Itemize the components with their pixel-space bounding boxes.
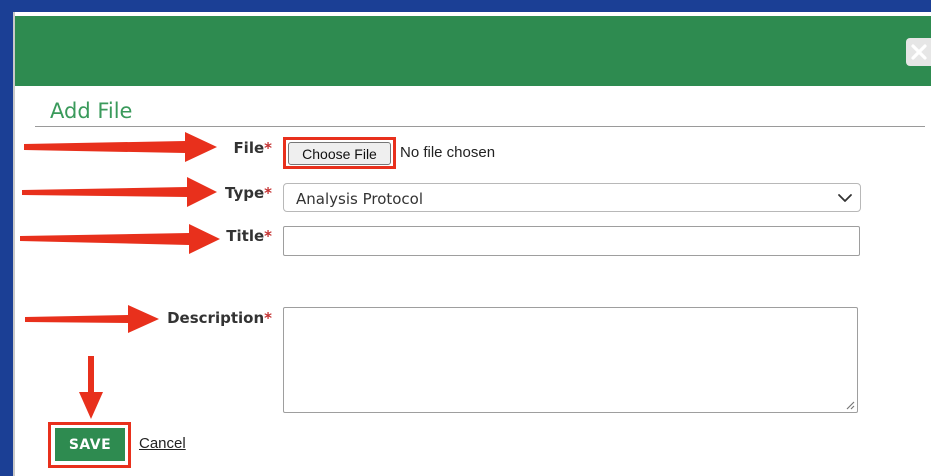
arrow-to-type-icon (22, 177, 217, 207)
arrow-to-file-icon (24, 132, 217, 162)
arrow-to-description-icon (25, 305, 159, 333)
arrow-to-save-icon (79, 356, 103, 419)
annotation-arrows (20, 132, 220, 419)
arrow-to-title-icon (20, 224, 220, 254)
